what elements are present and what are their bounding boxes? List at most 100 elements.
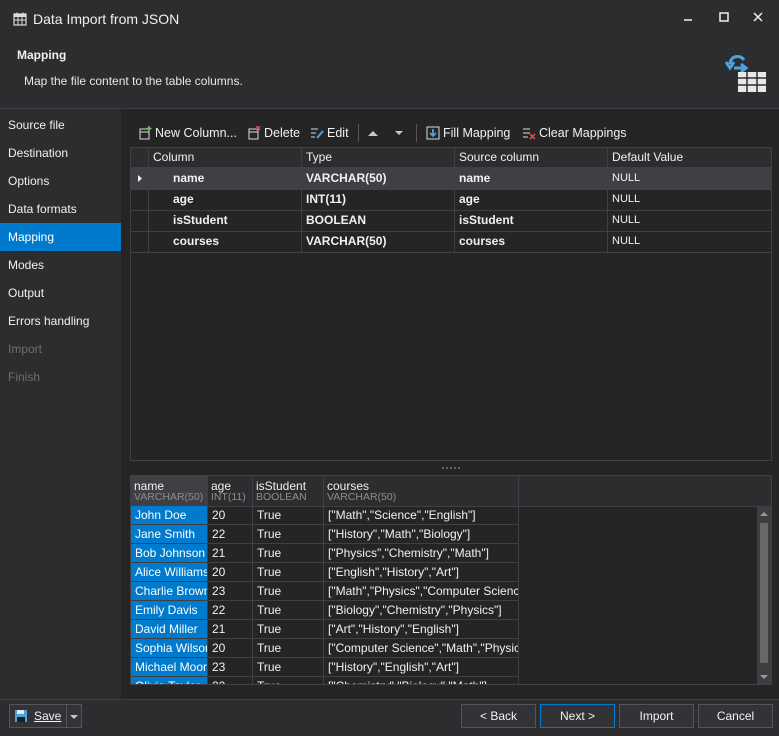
preview-cell-age[interactable]: 22 (208, 525, 253, 544)
mapping-cell-default[interactable]: NULL (608, 231, 771, 252)
sidebar-item-options[interactable]: Options (0, 167, 121, 195)
sidebar-item-source-file[interactable]: Source file (0, 111, 121, 139)
mapping-cell-type[interactable]: VARCHAR(50) (302, 231, 455, 252)
preview-cell-courses[interactable]: ["Math","Science","English"] (324, 506, 519, 525)
sidebar-item-errors-handling[interactable]: Errors handling (0, 307, 121, 335)
preview-cell-age[interactable]: 22 (208, 601, 253, 620)
preview-cell-isstudent[interactable]: True (253, 620, 324, 639)
preview-cell-name[interactable]: Emily Davis (131, 601, 208, 620)
preview-cell-age[interactable]: 23 (208, 582, 253, 601)
preview-cell-courses[interactable]: ["Art","History","English"] (324, 620, 519, 639)
scrollbar-thumb[interactable] (760, 523, 768, 663)
preview-cell-name[interactable]: Michael Moore (131, 658, 208, 677)
mapping-cell-type[interactable]: BOOLEAN (302, 210, 455, 231)
preview-cell-isstudent[interactable]: True (253, 658, 324, 677)
mapping-row[interactable]: name VARCHAR(50) name NULL (131, 168, 771, 190)
sidebar-item-mapping[interactable]: Mapping (0, 223, 121, 251)
mapping-cell-source[interactable]: courses (455, 231, 608, 252)
preview-header-type: VARCHAR(50) (134, 491, 204, 503)
import-button[interactable]: Import (619, 704, 694, 728)
sidebar-item-modes[interactable]: Modes (0, 251, 121, 279)
page-header: Mapping Map the file content to the tabl… (0, 38, 779, 108)
preview-cell-name[interactable]: Alice Williams (131, 563, 208, 582)
preview-cell-courses[interactable]: ["History","English","Art"] (324, 658, 519, 677)
preview-cell-name[interactable]: Olivia Taylor (131, 677, 208, 684)
preview-cell-courses[interactable]: ["Computer Science","Math","Physics"] (324, 639, 519, 658)
sidebar-item-destination[interactable]: Destination (0, 139, 121, 167)
mapping-cell-type[interactable]: VARCHAR(50) (302, 168, 455, 189)
preview-cell-isstudent[interactable]: True (253, 563, 324, 582)
preview-cell-age[interactable]: 21 (208, 620, 253, 639)
minimize-icon[interactable] (674, 6, 702, 28)
mapping-cell-column[interactable]: age (149, 189, 302, 210)
close-icon[interactable] (744, 6, 772, 28)
column-header-default-value[interactable]: Default Value (608, 148, 771, 167)
new-column-button[interactable]: New Column... (138, 122, 238, 144)
maximize-icon[interactable] (710, 6, 738, 28)
clear-mappings-button[interactable]: Clear Mappings (522, 122, 632, 144)
preview-cell-isstudent[interactable]: True (253, 677, 324, 684)
fill-mapping-button[interactable]: Fill Mapping (426, 122, 514, 144)
scroll-up-icon[interactable] (760, 510, 768, 518)
mapping-cell-source[interactable]: age (455, 189, 608, 210)
preview-cell-isstudent[interactable]: True (253, 582, 324, 601)
preview-header-isstudent[interactable]: isStudent BOOLEAN (253, 476, 324, 506)
preview-cell-courses[interactable]: ["Math","Physics","Computer Science"] (324, 582, 519, 601)
preview-cell-isstudent[interactable]: True (253, 639, 324, 658)
cancel-button[interactable]: Cancel (698, 704, 773, 728)
mapping-cell-default[interactable]: NULL (608, 210, 771, 231)
sidebar-item-data-formats[interactable]: Data formats (0, 195, 121, 223)
preview-cell-name[interactable]: David Miller (131, 620, 208, 639)
preview-header-name[interactable]: name VARCHAR(50) (131, 476, 208, 506)
preview-cell-age[interactable]: 20 (208, 563, 253, 582)
preview-cell-age[interactable]: 22 (208, 677, 253, 684)
mapping-cell-default[interactable]: NULL (608, 168, 771, 189)
move-down-button[interactable] (392, 122, 408, 144)
preview-cell-age[interactable]: 20 (208, 506, 253, 525)
preview-cell-name[interactable]: Bob Johnson (131, 544, 208, 563)
sidebar-item-output[interactable]: Output (0, 279, 121, 307)
preview-cell-isstudent[interactable]: True (253, 506, 324, 525)
preview-cell-courses[interactable]: ["Chemistry","Biology","Math"] (324, 677, 519, 684)
preview-cell-age[interactable]: 21 (208, 544, 253, 563)
preview-cell-name[interactable]: Charlie Brown (131, 582, 208, 601)
save-dropdown-button[interactable] (66, 705, 82, 727)
preview-cell-name[interactable]: Jane Smith (131, 525, 208, 544)
delete-button[interactable]: Delete (247, 122, 303, 144)
sidebar-item-label: Data formats (8, 202, 77, 216)
preview-cell-courses[interactable]: ["History","Math","Biology"] (324, 525, 519, 544)
mapping-cell-column[interactable]: courses (149, 231, 302, 252)
column-header-column[interactable]: Column (149, 148, 302, 167)
mapping-cell-column[interactable]: isStudent (149, 210, 302, 231)
preview-cell-isstudent[interactable]: True (253, 601, 324, 620)
save-button[interactable]: Save (10, 705, 66, 727)
mapping-cell-default[interactable]: NULL (608, 189, 771, 210)
scroll-down-icon[interactable] (760, 673, 768, 681)
preview-cell-courses[interactable]: ["English","History","Art"] (324, 563, 519, 582)
preview-cell-isstudent[interactable]: True (253, 544, 324, 563)
mapping-row[interactable]: age INT(11) age NULL (131, 189, 771, 211)
preview-header-age[interactable]: age INT(11) (208, 476, 253, 506)
mapping-cell-source[interactable]: isStudent (455, 210, 608, 231)
preview-cell-name[interactable]: John Doe (131, 506, 208, 525)
edit-button[interactable]: Edit (310, 122, 355, 144)
grid-splitter[interactable] (130, 461, 772, 475)
vertical-scrollbar[interactable] (757, 507, 771, 684)
preview-cell-isstudent[interactable]: True (253, 525, 324, 544)
preview-header-courses[interactable]: courses VARCHAR(50) (324, 476, 519, 506)
move-up-button[interactable] (366, 122, 382, 144)
preview-cell-courses[interactable]: ["Physics","Chemistry","Math"] (324, 544, 519, 563)
preview-cell-courses[interactable]: ["Biology","Chemistry","Physics"] (324, 601, 519, 620)
mapping-cell-type[interactable]: INT(11) (302, 189, 455, 210)
mapping-row[interactable]: isStudent BOOLEAN isStudent NULL (131, 210, 771, 232)
back-button[interactable]: < Back (461, 704, 536, 728)
preview-cell-age[interactable]: 20 (208, 639, 253, 658)
column-header-type[interactable]: Type (302, 148, 455, 167)
next-button[interactable]: Next > (540, 704, 615, 728)
column-header-source-column[interactable]: Source column (455, 148, 608, 167)
mapping-cell-column[interactable]: name (149, 168, 302, 189)
preview-cell-age[interactable]: 23 (208, 658, 253, 677)
preview-cell-name[interactable]: Sophia Wilson (131, 639, 208, 658)
mapping-row[interactable]: courses VARCHAR(50) courses NULL (131, 231, 771, 253)
mapping-cell-source[interactable]: name (455, 168, 608, 189)
